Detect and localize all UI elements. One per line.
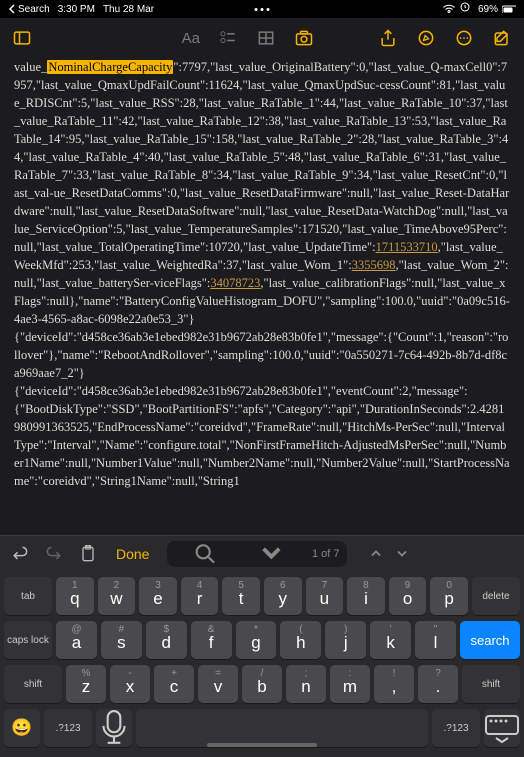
status-date: Thu 28 Mar xyxy=(103,4,154,15)
table-icon[interactable] xyxy=(256,28,276,48)
key-f[interactable]: &f xyxy=(191,621,232,659)
battery-icon xyxy=(502,5,516,13)
rotation-lock-icon xyxy=(460,2,474,16)
key-x[interactable]: -x xyxy=(110,665,150,703)
back-label: Search xyxy=(18,4,50,15)
key-space[interactable] xyxy=(136,709,428,747)
redo-icon[interactable] xyxy=(44,544,64,564)
key-hide-keyboard[interactable] xyxy=(484,709,520,747)
compose-icon[interactable] xyxy=(492,28,512,48)
keyboard: tab 1q2w3e4r5t6y7u8i9o0p delete caps loc… xyxy=(0,571,524,757)
detected-link[interactable]: 3355698 xyxy=(352,258,396,272)
detected-link[interactable]: 1711533710 xyxy=(376,240,438,254)
key-search[interactable]: search xyxy=(460,621,520,659)
key-s[interactable]: #s xyxy=(101,621,142,659)
paste-icon[interactable] xyxy=(78,544,98,564)
markup-icon[interactable] xyxy=(416,28,436,48)
key-h[interactable]: (h xyxy=(280,621,321,659)
text: {"deviceId":"d458ce36ab3e1ebed982e31b967… xyxy=(14,384,468,398)
key-delete[interactable]: delete xyxy=(472,577,520,615)
key-capslock[interactable]: caps lock xyxy=(4,621,52,659)
key-g[interactable]: *g xyxy=(236,621,277,659)
key-,[interactable]: !, xyxy=(374,665,414,703)
key-tab[interactable]: tab xyxy=(4,577,52,615)
key-i[interactable]: 8i xyxy=(347,577,385,615)
undo-icon[interactable] xyxy=(10,544,30,564)
chevron-down-icon[interactable] xyxy=(241,541,302,567)
done-button[interactable]: Done xyxy=(116,546,149,562)
back-to-search[interactable]: Search xyxy=(8,4,50,15)
key-r[interactable]: 4r xyxy=(181,577,219,615)
key-n[interactable]: ;n xyxy=(286,665,326,703)
text: {"deviceId":"d458ce36ab3e1ebed982e31b967… xyxy=(14,330,508,380)
key-t[interactable]: 5t xyxy=(222,577,260,615)
find-field[interactable]: 1 of 7 xyxy=(167,541,347,567)
key-w[interactable]: 2w xyxy=(98,577,136,615)
camera-icon[interactable] xyxy=(294,28,314,48)
battery-percent: 69% xyxy=(478,4,498,15)
key-k[interactable]: 'k xyxy=(370,621,411,659)
key-numbers-left[interactable]: .?123 xyxy=(44,709,92,747)
wifi-icon xyxy=(442,4,456,14)
home-indicator[interactable] xyxy=(207,743,317,747)
key-e[interactable]: 3e xyxy=(139,577,177,615)
key-u[interactable]: 7u xyxy=(306,577,344,615)
text: value_ xyxy=(14,60,47,74)
key-d[interactable]: $d xyxy=(146,621,187,659)
text: ":7797,"last_value_OriginalBattery":0,"l… xyxy=(14,60,509,254)
text: {"BootDiskType":"SSD","BootPartitionFS":… xyxy=(14,402,510,488)
key-c[interactable]: +c xyxy=(154,665,194,703)
multitask-dots[interactable] xyxy=(255,8,270,11)
find-prev-button[interactable] xyxy=(369,545,383,562)
key-m[interactable]: :m xyxy=(330,665,370,703)
key-emoji[interactable]: 😀 xyxy=(4,709,40,747)
key-y[interactable]: 6y xyxy=(264,577,302,615)
detected-link[interactable]: 34078723 xyxy=(210,276,260,290)
key-dictation[interactable] xyxy=(96,709,132,747)
key-shift-right[interactable]: shift xyxy=(462,665,520,703)
find-count: 1 of 7 xyxy=(312,548,340,560)
key-v[interactable]: =v xyxy=(198,665,238,703)
key-q[interactable]: 1q xyxy=(56,577,94,615)
key-numbers-right[interactable]: .?123 xyxy=(432,709,480,747)
key-z[interactable]: %z xyxy=(66,665,106,703)
note-body[interactable]: value_NominalChargeCapacity":7797,"last_… xyxy=(0,58,524,535)
key-j[interactable]: )j xyxy=(325,621,366,659)
search-highlight: NominalChargeCapacity xyxy=(47,60,173,74)
status-time: 3:30 PM xyxy=(58,4,95,15)
key-l[interactable]: "l xyxy=(415,621,456,659)
search-icon xyxy=(175,541,236,567)
key-b[interactable]: /b xyxy=(242,665,282,703)
key-o[interactable]: 9o xyxy=(389,577,427,615)
key-shift-left[interactable]: shift xyxy=(4,665,62,703)
key-.[interactable]: ?. xyxy=(418,665,458,703)
find-next-button[interactable] xyxy=(395,545,409,562)
checklist-icon[interactable] xyxy=(218,28,238,48)
share-icon[interactable] xyxy=(378,28,398,48)
sidebar-toggle-icon[interactable] xyxy=(12,28,32,48)
more-icon[interactable] xyxy=(454,28,474,48)
key-a[interactable]: @a xyxy=(56,621,97,659)
key-p[interactable]: 0p xyxy=(430,577,468,615)
text-format-button[interactable]: Aa xyxy=(182,30,200,47)
